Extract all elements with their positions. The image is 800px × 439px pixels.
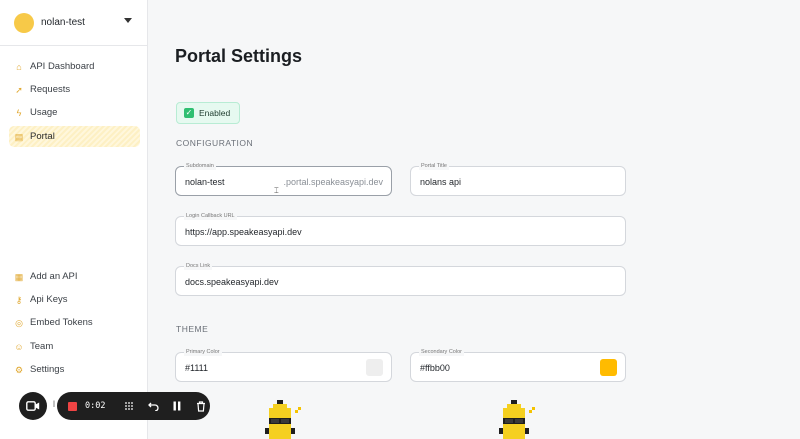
subdomain-field[interactable]: Subdomain nolan-test .portal.speakeasyap… [175,163,392,196]
docs-link-value: docs.speakeasyapi.dev [185,277,279,287]
login-callback-url-value: https://app.speakeasyapi.dev [185,227,302,237]
sidebar-item-label: Portal [30,131,55,142]
home-icon: ⌂ [16,61,22,72]
sidebar-item-usage[interactable]: ϟ Usage [9,102,140,123]
subdomain-suffix: .portal.speakeasyapi.dev [283,177,383,187]
lightning-icon: ϟ [16,107,22,118]
secondary-color-value: #ffbb00 [420,363,450,373]
login-callback-url-label: Login Callback URL [184,213,237,220]
recording-timer: 0:02 [85,401,106,411]
primary-color-label: Primary Color [184,349,222,356]
gear-icon: ⚙ [14,364,24,375]
sidebar: nolan-test ⌂ API Dashboard ➚ Requests ϟ … [0,0,148,439]
page-title: Portal Settings [175,46,303,66]
sidebar-item-api-keys[interactable]: ⚷ Api Keys [9,289,140,310]
subdomain-value: nolan-test [185,177,225,187]
sidebar-item-add-api[interactable]: ▦ Add an API [9,266,140,287]
camera-icon [26,401,40,411]
sidebar-item-portal[interactable]: ▤ Portal [9,126,140,147]
workspace-avatar [14,12,34,33]
sidebar-item-label: Team [30,341,54,352]
secondary-color-field[interactable]: Secondary Color #ffbb00 [410,349,626,382]
status-badge-label: Enabled [199,108,231,118]
team-icon: ☺ [14,341,24,352]
main-content: Portal Settings ✓ Enabled CONFIGURATION … [149,0,800,439]
undo-icon[interactable] [147,400,159,412]
sidebar-item-requests[interactable]: ➚ Requests [9,79,140,100]
sidebar-item-label: API Dashboard [30,61,95,72]
secondary-mascot-preview [499,400,535,439]
add-api-icon: ▦ [14,271,24,282]
sidebar-item-label: Add an API [30,271,78,282]
chevron-down-icon[interactable] [124,18,132,23]
screen-recorder-toolbar: 0:02 [19,392,210,420]
portal-title-label: Portal Title [419,163,449,170]
check-icon: ✓ [184,108,194,118]
secondary-color-swatch[interactable] [600,359,617,376]
embed-icon: ◎ [15,317,23,328]
section-title-configuration: CONFIGURATION [176,138,254,148]
trash-icon[interactable] [195,400,207,412]
primary-mascot-preview [265,400,301,439]
portal-icon: ▤ [14,131,24,142]
portal-title-value: nolans api [420,177,462,187]
grid-icon[interactable] [123,400,135,412]
section-title-theme: THEME [176,324,209,334]
text-cursor-icon: ⌶ [274,186,279,195]
sidebar-item-api-dashboard[interactable]: ⌂ API Dashboard [9,56,140,77]
workspace-switcher[interactable]: nolan-test [0,0,148,46]
workspace-name: nolan-test [41,17,85,28]
sidebar-item-label: Settings [30,364,65,375]
primary-color-value: #1111 [185,363,209,373]
docs-link-label: Docs Link [184,263,213,270]
sidebar-item-label: Embed Tokens [30,317,93,328]
sidebar-item-embed-tokens[interactable]: ◎ Embed Tokens [9,312,140,333]
key-icon: ⚷ [15,294,23,305]
camera-toggle-button[interactable] [19,392,47,420]
subdomain-label: Subdomain [184,163,216,170]
primary-color-field[interactable]: Primary Color #1111 [175,349,392,382]
pause-icon[interactable] [171,400,183,412]
stop-recording-button[interactable] [68,401,77,411]
recording-controls: 0:02 [57,392,210,420]
login-callback-url-field[interactable]: Login Callback URL https://app.speakeasy… [175,213,626,246]
rocket-icon: ➚ [15,84,23,95]
primary-color-swatch[interactable] [366,359,383,376]
sidebar-item-label: Api Keys [30,294,68,305]
status-badge[interactable]: ✓ Enabled [176,102,240,124]
sidebar-item-label: Usage [30,107,58,118]
sidebar-item-team[interactable]: ☺ Team [9,336,140,357]
sidebar-item-label: Requests [30,84,71,95]
sidebar-item-settings[interactable]: ⚙ Settings [9,359,140,380]
docs-link-field[interactable]: Docs Link docs.speakeasyapi.dev [175,263,626,296]
portal-title-field[interactable]: Portal Title nolans api [410,163,626,196]
secondary-color-label: Secondary Color [419,349,464,356]
